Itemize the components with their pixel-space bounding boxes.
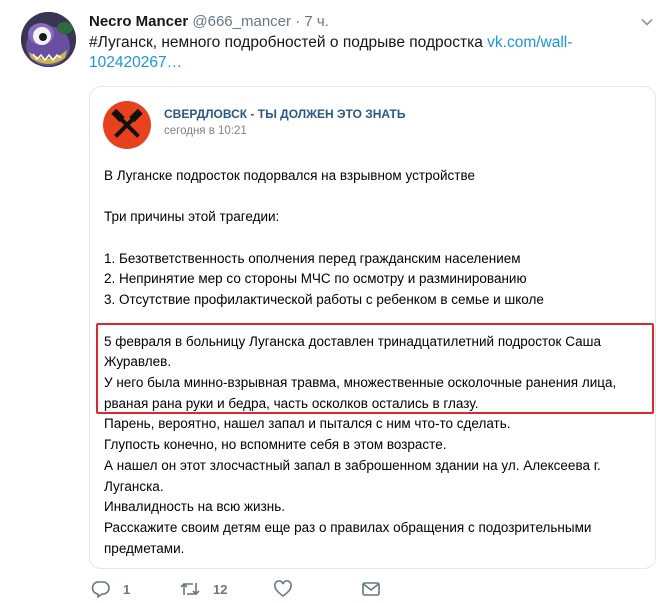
source-time: сегодня в 10:21 — [164, 125, 247, 137]
separator-dot: · — [295, 13, 301, 30]
retweet-count: 12 — [213, 581, 228, 597]
reply-icon — [91, 581, 110, 598]
post-body: В Луганске подросток подорвался на взрыв… — [104, 166, 645, 559]
reason-item: 1. Безответственность ополчения перед гр… — [104, 250, 521, 266]
detail-line: 5 февраля в больницу Луганска доставлен … — [104, 333, 601, 370]
detail-line: У него была минно-взрывная травма, множе… — [104, 374, 617, 411]
detail-line: Глупость конечно, но вспомните себя в эт… — [104, 437, 447, 453]
vk-post-card[interactable]: СВЕРДЛОВСК - ТЫ ДОЛЖЕН ЭТО ЗНАТЬ сегодня… — [89, 86, 656, 569]
tweet-text: #Луганск, немного подробностей о подрыве… — [89, 33, 631, 73]
author-handle[interactable]: @666_mancer — [192, 13, 291, 30]
detail-line: Инвалидность на всю жизнь. — [104, 499, 286, 515]
message-icon — [362, 582, 380, 596]
detail-line: Парень, вероятно, нашел запал и пытался … — [104, 416, 511, 432]
post-paragraph: Три причины этой трагедии: — [104, 209, 280, 225]
author-avatar[interactable] — [21, 12, 76, 67]
reason-item: 2. Непринятие мер со стороны МЧС по осмо… — [104, 271, 527, 287]
detail-line: А нашел он этот злосчастный запал в забр… — [104, 457, 601, 494]
reason-item: 3. Отсутствие профилактической работы с … — [104, 292, 544, 308]
tweet-header: Necro Mancer @666_mancer · 7 ч. — [89, 12, 629, 32]
crossed-hammers-icon — [111, 108, 143, 138]
source-logo — [103, 101, 151, 149]
chevron-down-icon[interactable] — [639, 14, 655, 30]
like-button[interactable] — [273, 579, 293, 599]
direct-message-button[interactable] — [361, 579, 381, 599]
tweet-text-body: #Луганск, немного подробностей о подрыве… — [89, 34, 488, 51]
reply-button[interactable]: 1 — [91, 579, 130, 599]
tweet-actions: 1 12 — [89, 575, 669, 603]
retweet-button[interactable]: 12 — [179, 579, 227, 599]
retweet-icon — [180, 582, 200, 596]
reply-count: 1 — [123, 581, 131, 597]
like-icon — [274, 580, 292, 598]
tweet-time[interactable]: 7 ч. — [304, 13, 329, 30]
post-paragraph: В Луганске подросток подорвался на взрыв… — [104, 168, 476, 183]
source-name[interactable]: СВЕРДЛОВСК - ТЫ ДОЛЖЕН ЭТО ЗНАТЬ — [164, 107, 405, 121]
monster-avatar-image — [21, 12, 76, 67]
detail-line: Расскажите своим детям еще раз о правила… — [104, 519, 592, 556]
author-name[interactable]: Necro Mancer — [89, 13, 188, 30]
